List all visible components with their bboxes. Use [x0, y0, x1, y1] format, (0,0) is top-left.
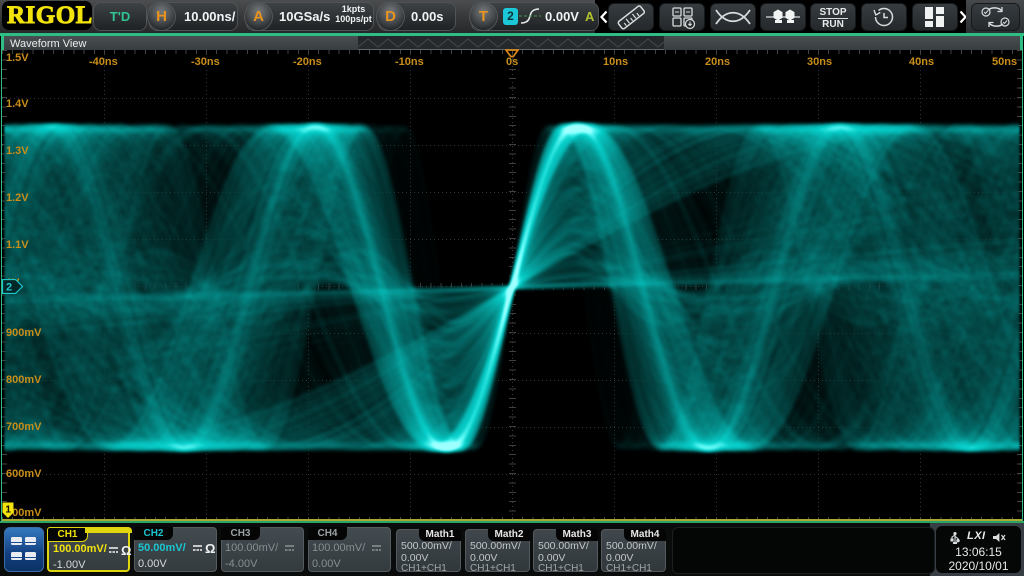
svg-text:2: 2: [6, 282, 12, 294]
svg-text:Ω: Ω: [121, 544, 131, 556]
svg-text:Ω: Ω: [205, 542, 215, 554]
svg-text:1: 1: [5, 505, 11, 516]
